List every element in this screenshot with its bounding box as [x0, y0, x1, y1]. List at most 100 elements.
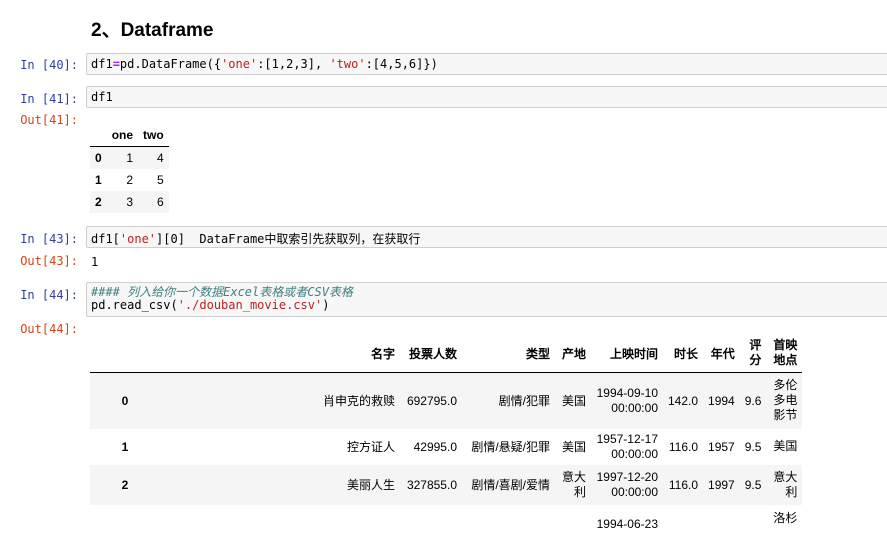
table-cell: 1994-06-23	[596, 516, 658, 531]
table-cell: 2	[126, 173, 134, 187]
code-string: 'one'	[221, 57, 258, 71]
cell-text: 美国	[773, 439, 798, 453]
table-row: 1 控方证人 42995.0 剧情/悬疑/犯罪 美国 1957-12-17 00…	[90, 429, 802, 465]
table-cell	[400, 505, 462, 545]
table-row: 2 3 6	[90, 191, 169, 213]
table-cell: 美国	[561, 394, 586, 409]
row-index: 1	[121, 439, 129, 454]
cell-text: 意大利	[561, 469, 586, 499]
code-token: df1	[91, 57, 113, 71]
table-cell: 1994	[708, 393, 735, 408]
column-header: 名字	[160, 334, 400, 373]
table-cell: 剧情/犯罪	[498, 394, 550, 409]
column-header: 年代	[703, 334, 740, 373]
output-prompt-44: Out[44]:	[20, 322, 78, 336]
table-row: 2 美丽人生 327855.0 剧情/喜剧/爱情 意大利 1997-12-20 …	[90, 464, 803, 505]
table-cell: 美国	[561, 440, 586, 454]
code-cell-41[interactable]: df1	[86, 86, 887, 108]
table-cell: 洛杉	[773, 510, 798, 525]
table-cell: 6	[157, 195, 164, 209]
index-header	[90, 124, 107, 147]
table-row: 1994-06-23 洛杉	[90, 505, 802, 545]
row-index	[90, 505, 160, 545]
table-header-row: 名字 投票人数 类型 产地 上映时间 时长 年代 评分 首映地点	[90, 334, 803, 373]
table-cell: 9.6	[744, 393, 762, 408]
table-cell: 多伦多电影节	[766, 373, 802, 429]
df1-table: one two 0 1 4 1 2 5 2 3 6	[90, 124, 169, 213]
table-cell: 1957	[708, 439, 735, 454]
table-cell: 肖申克的救赎	[322, 394, 395, 409]
table-cell: 剧情/悬疑/犯罪	[471, 440, 550, 454]
code-string: 'two'	[329, 57, 366, 71]
section-heading: 2、Dataframe	[91, 20, 214, 41]
table-cell	[160, 505, 400, 545]
input-prompt-44: In [44]:	[20, 288, 78, 302]
table-cell: 1	[126, 151, 134, 165]
table-row: 1 2 5	[90, 169, 169, 191]
cell-text: 意大利	[773, 469, 798, 499]
input-prompt-43: In [43]:	[20, 232, 78, 246]
output-text-43: 1	[91, 255, 99, 269]
table-cell: 116.0	[668, 477, 699, 492]
table-cell: 意大利	[766, 465, 802, 505]
column-header: one	[106, 124, 139, 147]
table-cell: 9.5	[744, 477, 762, 492]
row-index: 2	[121, 477, 129, 492]
table-cell: 1994-09-10 00:00:00	[591, 373, 663, 429]
code-token: df1[	[91, 232, 120, 246]
column-header: 产地	[555, 334, 591, 373]
column-header: 类型	[462, 334, 555, 373]
table-cell: 692795.0	[406, 393, 457, 408]
index-header	[90, 334, 160, 373]
output-prompt-41: Out[41]:	[20, 113, 78, 127]
table-cell: 剧情/喜剧/爱情	[471, 478, 550, 492]
column-header: 首映地点	[766, 334, 803, 373]
code-cell-40[interactable]: df1=pd.DataFrame({'one':[1,2,3], 'two':[…	[86, 53, 887, 75]
table-cell: 116.0	[668, 439, 699, 454]
code-operator: =	[112, 57, 120, 71]
column-header: 时长	[663, 334, 704, 373]
table-cell: 142.0	[668, 393, 699, 408]
table-cell	[555, 505, 591, 545]
cell-text: 1957-12-17 00:00:00	[596, 431, 658, 461]
table-cell: 5	[157, 173, 164, 187]
cell-text: 1994-09-10 00:00:00	[596, 385, 658, 415]
column-header: two	[138, 124, 169, 147]
table-cell	[462, 505, 555, 545]
input-prompt-40: In [40]:	[20, 58, 78, 72]
table-cell: 控方证人	[346, 440, 395, 454]
table-header-row: one two	[90, 124, 169, 147]
column-header: 评分	[739, 334, 767, 373]
table-cell	[663, 505, 703, 545]
output-prompt-43: Out[43]:	[20, 254, 78, 268]
table-cell	[740, 505, 767, 545]
table-cell: 327855.0	[406, 477, 457, 492]
table-cell: 4	[157, 151, 164, 165]
code-cell-43[interactable]: df1['one'][0] DataFrame中取索引先获取列，在获取行	[86, 226, 887, 248]
code-string: 'one'	[119, 232, 157, 246]
column-header: 上映时间	[591, 334, 663, 373]
table-cell: 3	[126, 195, 134, 209]
table-cell: 1957-12-17 00:00:00	[591, 429, 663, 465]
column-header-label: 首映地点	[773, 338, 798, 367]
code-token: :[1,2,3],	[257, 57, 330, 71]
table-row: 0 1 4	[90, 146, 169, 169]
input-prompt-41: In [41]:	[20, 92, 78, 106]
table-cell: 美丽人生	[346, 478, 395, 492]
code-token: pd.DataFrame({	[119, 57, 222, 71]
movies-table: 名字 投票人数 类型 产地 上映时间 时长 年代 评分 首映地点 0 肖申克的救…	[90, 334, 803, 545]
code-string: './douban_movie.csv'	[177, 298, 323, 312]
table-row: 0 肖申克的救赎 692795.0 剧情/犯罪 美国 1994-09-10 00…	[90, 372, 803, 429]
table-cell: 美国	[766, 429, 802, 465]
row-index: 1	[95, 173, 102, 187]
row-index: 0	[121, 393, 129, 408]
table-cell: 1997	[708, 477, 735, 492]
code-cell-44[interactable]: #### 列入给你一个数据Excel表格或者CSV表格 pd.read_csv(…	[86, 282, 887, 317]
cell-text: 多伦多电影节	[773, 378, 798, 423]
column-header-label: 评分	[749, 338, 762, 367]
column-header: 投票人数	[400, 334, 462, 373]
code-token: pd.read_csv(	[91, 298, 178, 312]
code-token: :[4,5,6]})	[365, 57, 438, 71]
row-index: 0	[95, 151, 102, 165]
row-index: 2	[95, 195, 102, 209]
